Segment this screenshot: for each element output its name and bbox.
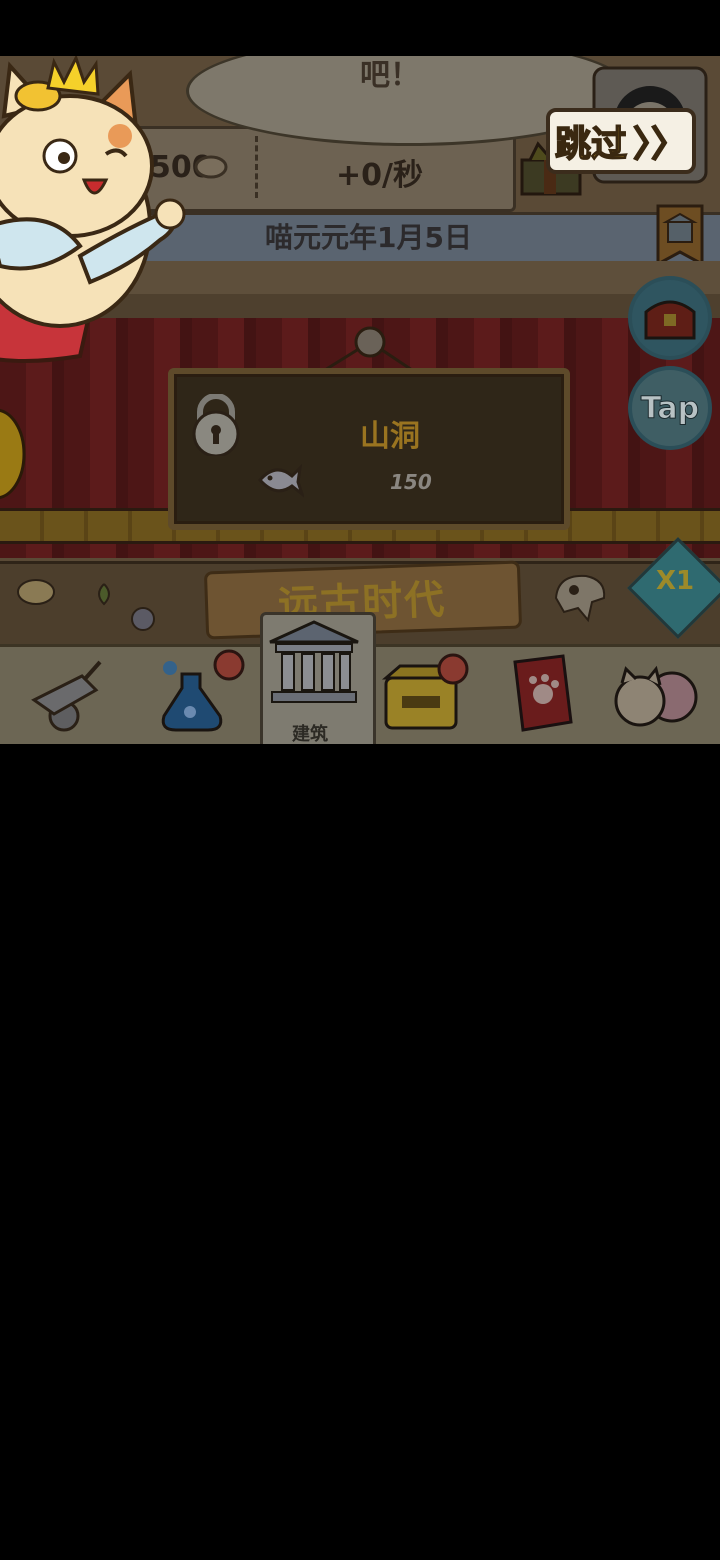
lock-icon: [192, 394, 240, 456]
building-icon: [269, 620, 359, 703]
nav-item-cats[interactable]: [608, 652, 698, 740]
income-rate: +0/秒: [336, 158, 423, 193]
chest-button[interactable]: [628, 276, 712, 360]
tap-button[interactable]: Tap: [628, 366, 712, 450]
fossil-decor-left: [17, 579, 110, 606]
notification-badge: [437, 653, 469, 685]
cart-icon: [31, 660, 102, 732]
skip-button[interactable]: 跳过 〉〉: [546, 108, 696, 174]
building-price: 150: [390, 470, 432, 494]
game-date: 喵元元年1月5日: [265, 221, 472, 254]
skip-arrows-icon: 〉〉: [632, 123, 688, 166]
cat-guide-character: [0, 56, 186, 363]
nav-item-cart[interactable]: [22, 652, 112, 740]
game-screen: 500 +0/秒 喵元元年1月5日 山洞 150 远古时代 建筑 Tap X1 …: [0, 56, 720, 744]
cat-faces-icon: [614, 665, 698, 727]
shell-icon: [131, 607, 155, 631]
gold-coin-icon: [0, 408, 26, 500]
dialogue-text: 吧！: [360, 58, 420, 93]
dino-skull-icon: [554, 574, 606, 623]
speed-label: X1: [656, 566, 695, 596]
skip-label: 跳过: [554, 123, 628, 166]
fish-icon: [257, 463, 304, 498]
paw-book-icon: [513, 654, 573, 732]
treasure-chest-icon: [644, 300, 696, 340]
tap-label: Tap: [640, 390, 700, 426]
notification-badge: [213, 649, 245, 681]
nav-label-building: 建筑: [292, 724, 328, 744]
stats-divider: [255, 136, 258, 198]
nav-item-book[interactable]: [496, 652, 586, 740]
building-name: 山洞: [360, 419, 420, 454]
